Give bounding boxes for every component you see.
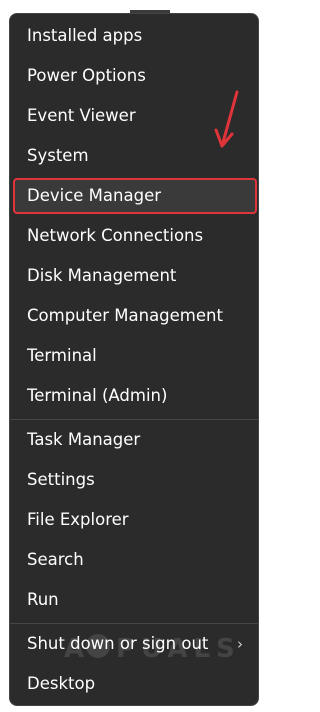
appuals-logo-icon: A PUALS — [64, 634, 241, 664]
menu-separator — [10, 419, 258, 420]
menu-item-task-manager[interactable]: Task Manager — [13, 422, 257, 458]
red-arrow-icon — [214, 90, 239, 148]
menu-item-terminal[interactable]: Terminal — [13, 338, 257, 374]
menu-item-computer-management[interactable]: Computer Management — [13, 298, 257, 334]
menu-item-terminal-admin[interactable]: Terminal (Admin) — [13, 378, 257, 414]
menu-item-file-explorer[interactable]: File Explorer — [13, 502, 257, 538]
menu-item-settings[interactable]: Settings — [13, 462, 257, 498]
menu-separator — [10, 623, 258, 624]
menu-item-search[interactable]: Search — [13, 542, 257, 578]
menu-item-installed-apps[interactable]: Installed apps — [13, 18, 257, 54]
svg-text:PUALS: PUALS — [116, 634, 241, 664]
menu-item-disk-management[interactable]: Disk Management — [13, 258, 257, 294]
menu-item-desktop[interactable]: Desktop — [13, 666, 257, 702]
menu-item-network-connections[interactable]: Network Connections — [13, 218, 257, 254]
menu-item-device-manager[interactable]: Device Manager — [13, 178, 257, 214]
top-edge — [0, 0, 269, 14]
svg-text:A: A — [64, 634, 90, 664]
menu-item-run[interactable]: Run — [13, 582, 257, 618]
